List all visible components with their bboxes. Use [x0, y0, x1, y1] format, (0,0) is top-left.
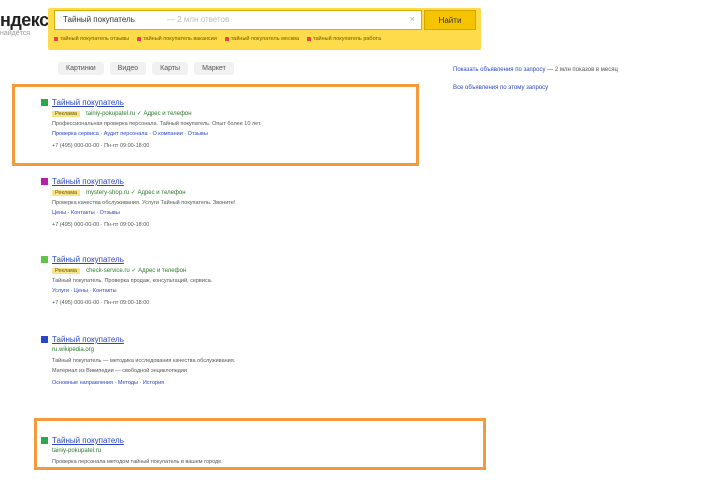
result-sitelinks[interactable]: Цены · Контакты · Отзывы [52, 210, 120, 216]
search-result-2: Тайный покупатель Реклама mystery-shop.ru… [41, 177, 411, 237]
site-favicon-icon [41, 256, 48, 263]
tab-images[interactable]: Картинки [58, 62, 104, 75]
search-hint: — 2 млн ответов [167, 15, 230, 24]
search-input[interactable]: Тайный покупатель — 2 млн ответов × [54, 10, 422, 30]
search-query-text: Тайный покупатель [63, 15, 135, 24]
result-snippet: Проверка качества обслуживания. Услуги Т… [52, 200, 236, 206]
search-button[interactable]: Найти [424, 10, 476, 30]
clear-icon[interactable]: × [410, 14, 415, 24]
suggestion-item[interactable]: тайный покупатель москва [224, 36, 299, 42]
tab-market[interactable]: Маркет [194, 62, 234, 75]
result-title-link[interactable]: Тайный покупатель [52, 255, 124, 264]
highlight-box-2 [34, 418, 486, 470]
result-url[interactable]: Реклама mystery-shop.ru ✓ Адрес и телефон [52, 189, 186, 196]
site-favicon-icon [41, 336, 48, 343]
search-result-4: Тайный покупатель ru.wikipedia.org Тайны… [41, 335, 421, 415]
suggestion-item[interactable]: тайный покупатель вакансии [137, 36, 217, 42]
suggestions-row: тайный покупатель отзывы тайный покупате… [54, 33, 381, 45]
right-link-ads[interactable]: Показать объявления по запросу — 2 млн п… [453, 66, 633, 74]
result-contacts: +7 (495) 000-00-00 · Пн-пт 09:00-18:00 [52, 222, 150, 228]
site-favicon-icon [41, 178, 48, 185]
tab-maps[interactable]: Карты [152, 62, 189, 75]
right-sidebar: Показать объявления по запросу — 2 млн п… [453, 66, 633, 102]
result-url[interactable]: Реклама check-service.ru ✓ Адрес и телефо… [52, 267, 186, 274]
logo-tagline: найдётся [0, 30, 31, 37]
result-snippet: Тайный покупатель — методика исследовани… [52, 358, 236, 364]
highlight-box-1 [12, 84, 419, 166]
dot-icon [137, 36, 142, 41]
tab-video[interactable]: Видео [109, 62, 147, 75]
result-contacts: +7 (495) 000-00-00 · Пн-пт 09:00-18:00 [52, 300, 150, 306]
result-title-link[interactable]: Тайный покупатель [52, 335, 124, 344]
result-snippet: Тайный покупатель. Проверка продаж, конс… [52, 278, 213, 284]
dot-icon [54, 36, 58, 41]
result-title-link[interactable]: Тайный покупатель [52, 177, 124, 186]
result-snippet: Материал из Википедии — свободной энцикл… [52, 368, 187, 374]
search-result-3: Тайный покупатель Реклама check-service.r… [41, 255, 411, 315]
ad-badge: Реклама [52, 190, 81, 196]
result-sitelinks[interactable]: Основные направления · Методы · История [52, 380, 164, 386]
yandex-logo[interactable]: ндекс [0, 10, 49, 31]
ad-badge: Реклама [52, 268, 81, 274]
suggestion-item[interactable]: тайный покупатель отзывы [54, 36, 129, 42]
dot-icon [224, 36, 229, 41]
right-link-all-ads[interactable]: Все объявления по этому запросу [453, 84, 633, 92]
service-tabs: Картинки Видео Карты Маркет [58, 62, 234, 75]
dot-icon [307, 36, 312, 41]
result-sitelinks[interactable]: Услуги · Цены · Контакты [52, 288, 117, 294]
suggestion-item[interactable]: тайный покупатель работа [307, 36, 381, 42]
result-url[interactable]: ru.wikipedia.org [52, 347, 94, 353]
